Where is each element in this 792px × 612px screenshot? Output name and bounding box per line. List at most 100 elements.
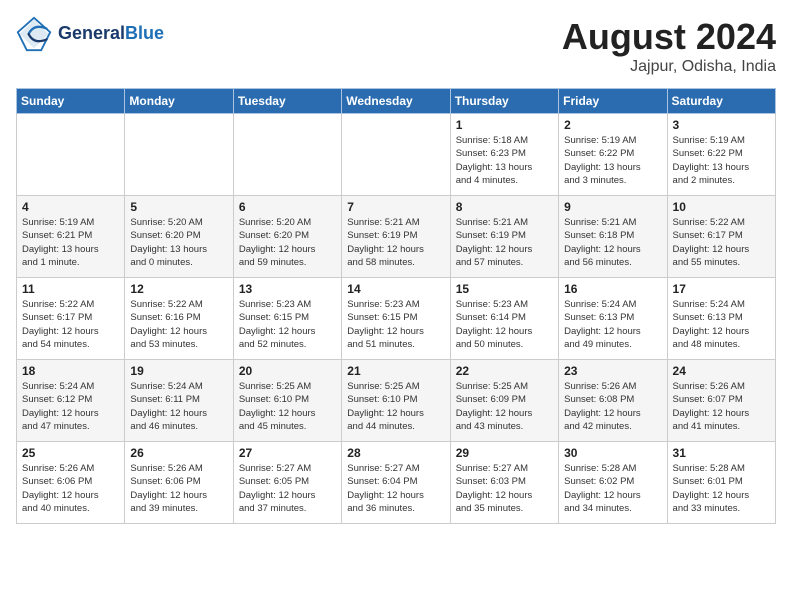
- calendar-cell: 31 Sunrise: 5:28 AMSunset: 6:01 PMDayligh…: [667, 442, 775, 524]
- day-info: Sunrise: 5:19 AMSunset: 6:22 PMDaylight:…: [564, 134, 661, 187]
- day-info: Sunrise: 5:25 AMSunset: 6:10 PMDaylight:…: [239, 380, 336, 433]
- calendar-cell: [17, 114, 125, 196]
- day-info: Sunrise: 5:18 AMSunset: 6:23 PMDaylight:…: [456, 134, 553, 187]
- week-row: 25Sunrise: 5:26 AMSunset: 6:06 PMDayligh…: [17, 442, 776, 524]
- calendar-cell: [342, 114, 450, 196]
- calendar-cell: [125, 114, 233, 196]
- day-info: Sunrise: 5:21 AMSunset: 6:18 PMDaylight:…: [564, 216, 661, 269]
- calendar-cell: 28 Sunrise: 5:27 AMSunset: 6:04 PMDayligh…: [342, 442, 450, 524]
- calendar-cell: 2 Sunrise: 5:19 AMSunset: 6:22 PMDaylight…: [559, 114, 667, 196]
- col-header-monday: Monday: [125, 89, 233, 114]
- day-info: Sunrise: 5:26 AMSunset: 6:08 PMDaylight:…: [564, 380, 661, 433]
- week-row: 11 Sunrise: 5:22 AMSunset: 6:17 PMDayligh…: [17, 278, 776, 360]
- calendar-body: 1 Sunrise: 5:18 AMSunset: 6:23 PMDaylight…: [17, 114, 776, 524]
- calendar-cell: 14Sunrise: 5:23 AMSunset: 6:15 PMDayligh…: [342, 278, 450, 360]
- calendar-cell: 5 Sunrise: 5:20 AMSunset: 6:20 PMDaylight…: [125, 196, 233, 278]
- calendar-cell: 10 Sunrise: 5:22 AMSunset: 6:17 PMDayligh…: [667, 196, 775, 278]
- day-number: 19: [130, 364, 227, 378]
- logo-icon: [16, 16, 52, 52]
- calendar-cell: 15 Sunrise: 5:23 AMSunset: 6:14 PMDayligh…: [450, 278, 558, 360]
- calendar-cell: 11 Sunrise: 5:22 AMSunset: 6:17 PMDayligh…: [17, 278, 125, 360]
- day-info: Sunrise: 5:23 AMSunset: 6:14 PMDaylight:…: [456, 298, 553, 351]
- day-info: Sunrise: 5:24 AMSunset: 6:13 PMDaylight:…: [673, 298, 770, 351]
- page-header: GeneralBlue August 2024 Jajpur, Odisha, …: [16, 16, 776, 76]
- calendar-cell: 8 Sunrise: 5:21 AMSunset: 6:19 PMDaylight…: [450, 196, 558, 278]
- day-info: Sunrise: 5:23 AMSunset: 6:15 PMDaylight:…: [239, 298, 336, 351]
- day-number: 10: [673, 200, 770, 214]
- calendar-cell: 4 Sunrise: 5:19 AMSunset: 6:21 PMDaylight…: [17, 196, 125, 278]
- title-block: August 2024 Jajpur, Odisha, India: [562, 16, 776, 76]
- day-number: 15: [456, 282, 553, 296]
- day-number: 16: [564, 282, 661, 296]
- day-info: Sunrise: 5:26 AMSunset: 6:07 PMDaylight:…: [673, 380, 770, 433]
- day-number: 23: [564, 364, 661, 378]
- calendar-cell: 9 Sunrise: 5:21 AMSunset: 6:18 PMDaylight…: [559, 196, 667, 278]
- calendar-cell: [233, 114, 341, 196]
- calendar-table: SundayMondayTuesdayWednesdayThursdayFrid…: [16, 88, 776, 524]
- day-info: Sunrise: 5:28 AMSunset: 6:02 PMDaylight:…: [564, 462, 661, 515]
- day-number: 4: [22, 200, 119, 214]
- calendar-cell: 24Sunrise: 5:26 AMSunset: 6:07 PMDayligh…: [667, 360, 775, 442]
- week-row: 4 Sunrise: 5:19 AMSunset: 6:21 PMDaylight…: [17, 196, 776, 278]
- day-info: Sunrise: 5:19 AMSunset: 6:21 PMDaylight:…: [22, 216, 119, 269]
- day-number: 28: [347, 446, 444, 460]
- day-number: 6: [239, 200, 336, 214]
- calendar-cell: 18 Sunrise: 5:24 AMSunset: 6:12 PMDayligh…: [17, 360, 125, 442]
- day-number: 13: [239, 282, 336, 296]
- calendar-cell: 3Sunrise: 5:19 AMSunset: 6:22 PMDaylight…: [667, 114, 775, 196]
- day-number: 21: [347, 364, 444, 378]
- day-number: 7: [347, 200, 444, 214]
- day-info: Sunrise: 5:28 AMSunset: 6:01 PMDaylight:…: [673, 462, 770, 515]
- week-row: 1 Sunrise: 5:18 AMSunset: 6:23 PMDaylight…: [17, 114, 776, 196]
- day-number: 26: [130, 446, 227, 460]
- calendar-cell: 19 Sunrise: 5:24 AMSunset: 6:11 PMDayligh…: [125, 360, 233, 442]
- day-info: Sunrise: 5:26 AMSunset: 6:06 PMDaylight:…: [22, 462, 119, 515]
- calendar-cell: 30 Sunrise: 5:28 AMSunset: 6:02 PMDayligh…: [559, 442, 667, 524]
- day-number: 30: [564, 446, 661, 460]
- col-header-friday: Friday: [559, 89, 667, 114]
- logo: GeneralBlue: [16, 16, 164, 52]
- day-number: 8: [456, 200, 553, 214]
- day-info: Sunrise: 5:21 AMSunset: 6:19 PMDaylight:…: [456, 216, 553, 269]
- header-row: SundayMondayTuesdayWednesdayThursdayFrid…: [17, 89, 776, 114]
- calendar-cell: 26 Sunrise: 5:26 AMSunset: 6:06 PMDayligh…: [125, 442, 233, 524]
- day-number: 11: [22, 282, 119, 296]
- calendar-cell: 6 Sunrise: 5:20 AMSunset: 6:20 PMDaylight…: [233, 196, 341, 278]
- day-number: 2: [564, 118, 661, 132]
- day-number: 14: [347, 282, 444, 296]
- day-info: Sunrise: 5:27 AMSunset: 6:03 PMDaylight:…: [456, 462, 553, 515]
- calendar-cell: 1 Sunrise: 5:18 AMSunset: 6:23 PMDaylight…: [450, 114, 558, 196]
- calendar-cell: 7Sunrise: 5:21 AMSunset: 6:19 PMDaylight…: [342, 196, 450, 278]
- calendar-cell: 21 Sunrise: 5:25 AMSunset: 6:10 PMDayligh…: [342, 360, 450, 442]
- location: Jajpur, Odisha, India: [562, 58, 776, 76]
- calendar-cell: 12Sunrise: 5:22 AMSunset: 6:16 PMDayligh…: [125, 278, 233, 360]
- day-info: Sunrise: 5:20 AMSunset: 6:20 PMDaylight:…: [130, 216, 227, 269]
- month-year: August 2024: [562, 16, 776, 58]
- day-number: 29: [456, 446, 553, 460]
- calendar-cell: 16Sunrise: 5:24 AMSunset: 6:13 PMDayligh…: [559, 278, 667, 360]
- calendar-cell: 29 Sunrise: 5:27 AMSunset: 6:03 PMDayligh…: [450, 442, 558, 524]
- day-info: Sunrise: 5:25 AMSunset: 6:09 PMDaylight:…: [456, 380, 553, 433]
- col-header-thursday: Thursday: [450, 89, 558, 114]
- calendar-cell: 27Sunrise: 5:27 AMSunset: 6:05 PMDayligh…: [233, 442, 341, 524]
- day-info: Sunrise: 5:26 AMSunset: 6:06 PMDaylight:…: [130, 462, 227, 515]
- day-info: Sunrise: 5:24 AMSunset: 6:11 PMDaylight:…: [130, 380, 227, 433]
- day-info: Sunrise: 5:27 AMSunset: 6:04 PMDaylight:…: [347, 462, 444, 515]
- day-info: Sunrise: 5:24 AMSunset: 6:12 PMDaylight:…: [22, 380, 119, 433]
- day-number: 9: [564, 200, 661, 214]
- day-info: Sunrise: 5:22 AMSunset: 6:17 PMDaylight:…: [673, 216, 770, 269]
- day-number: 31: [673, 446, 770, 460]
- day-info: Sunrise: 5:20 AMSunset: 6:20 PMDaylight:…: [239, 216, 336, 269]
- calendar-cell: 20Sunrise: 5:25 AMSunset: 6:10 PMDayligh…: [233, 360, 341, 442]
- day-number: 18: [22, 364, 119, 378]
- calendar-cell: 17Sunrise: 5:24 AMSunset: 6:13 PMDayligh…: [667, 278, 775, 360]
- day-number: 12: [130, 282, 227, 296]
- day-number: 22: [456, 364, 553, 378]
- logo-text-general: GeneralBlue: [58, 24, 164, 44]
- calendar-cell: 23 Sunrise: 5:26 AMSunset: 6:08 PMDayligh…: [559, 360, 667, 442]
- day-number: 5: [130, 200, 227, 214]
- day-info: Sunrise: 5:22 AMSunset: 6:17 PMDaylight:…: [22, 298, 119, 351]
- day-number: 27: [239, 446, 336, 460]
- day-info: Sunrise: 5:25 AMSunset: 6:10 PMDaylight:…: [347, 380, 444, 433]
- day-number: 1: [456, 118, 553, 132]
